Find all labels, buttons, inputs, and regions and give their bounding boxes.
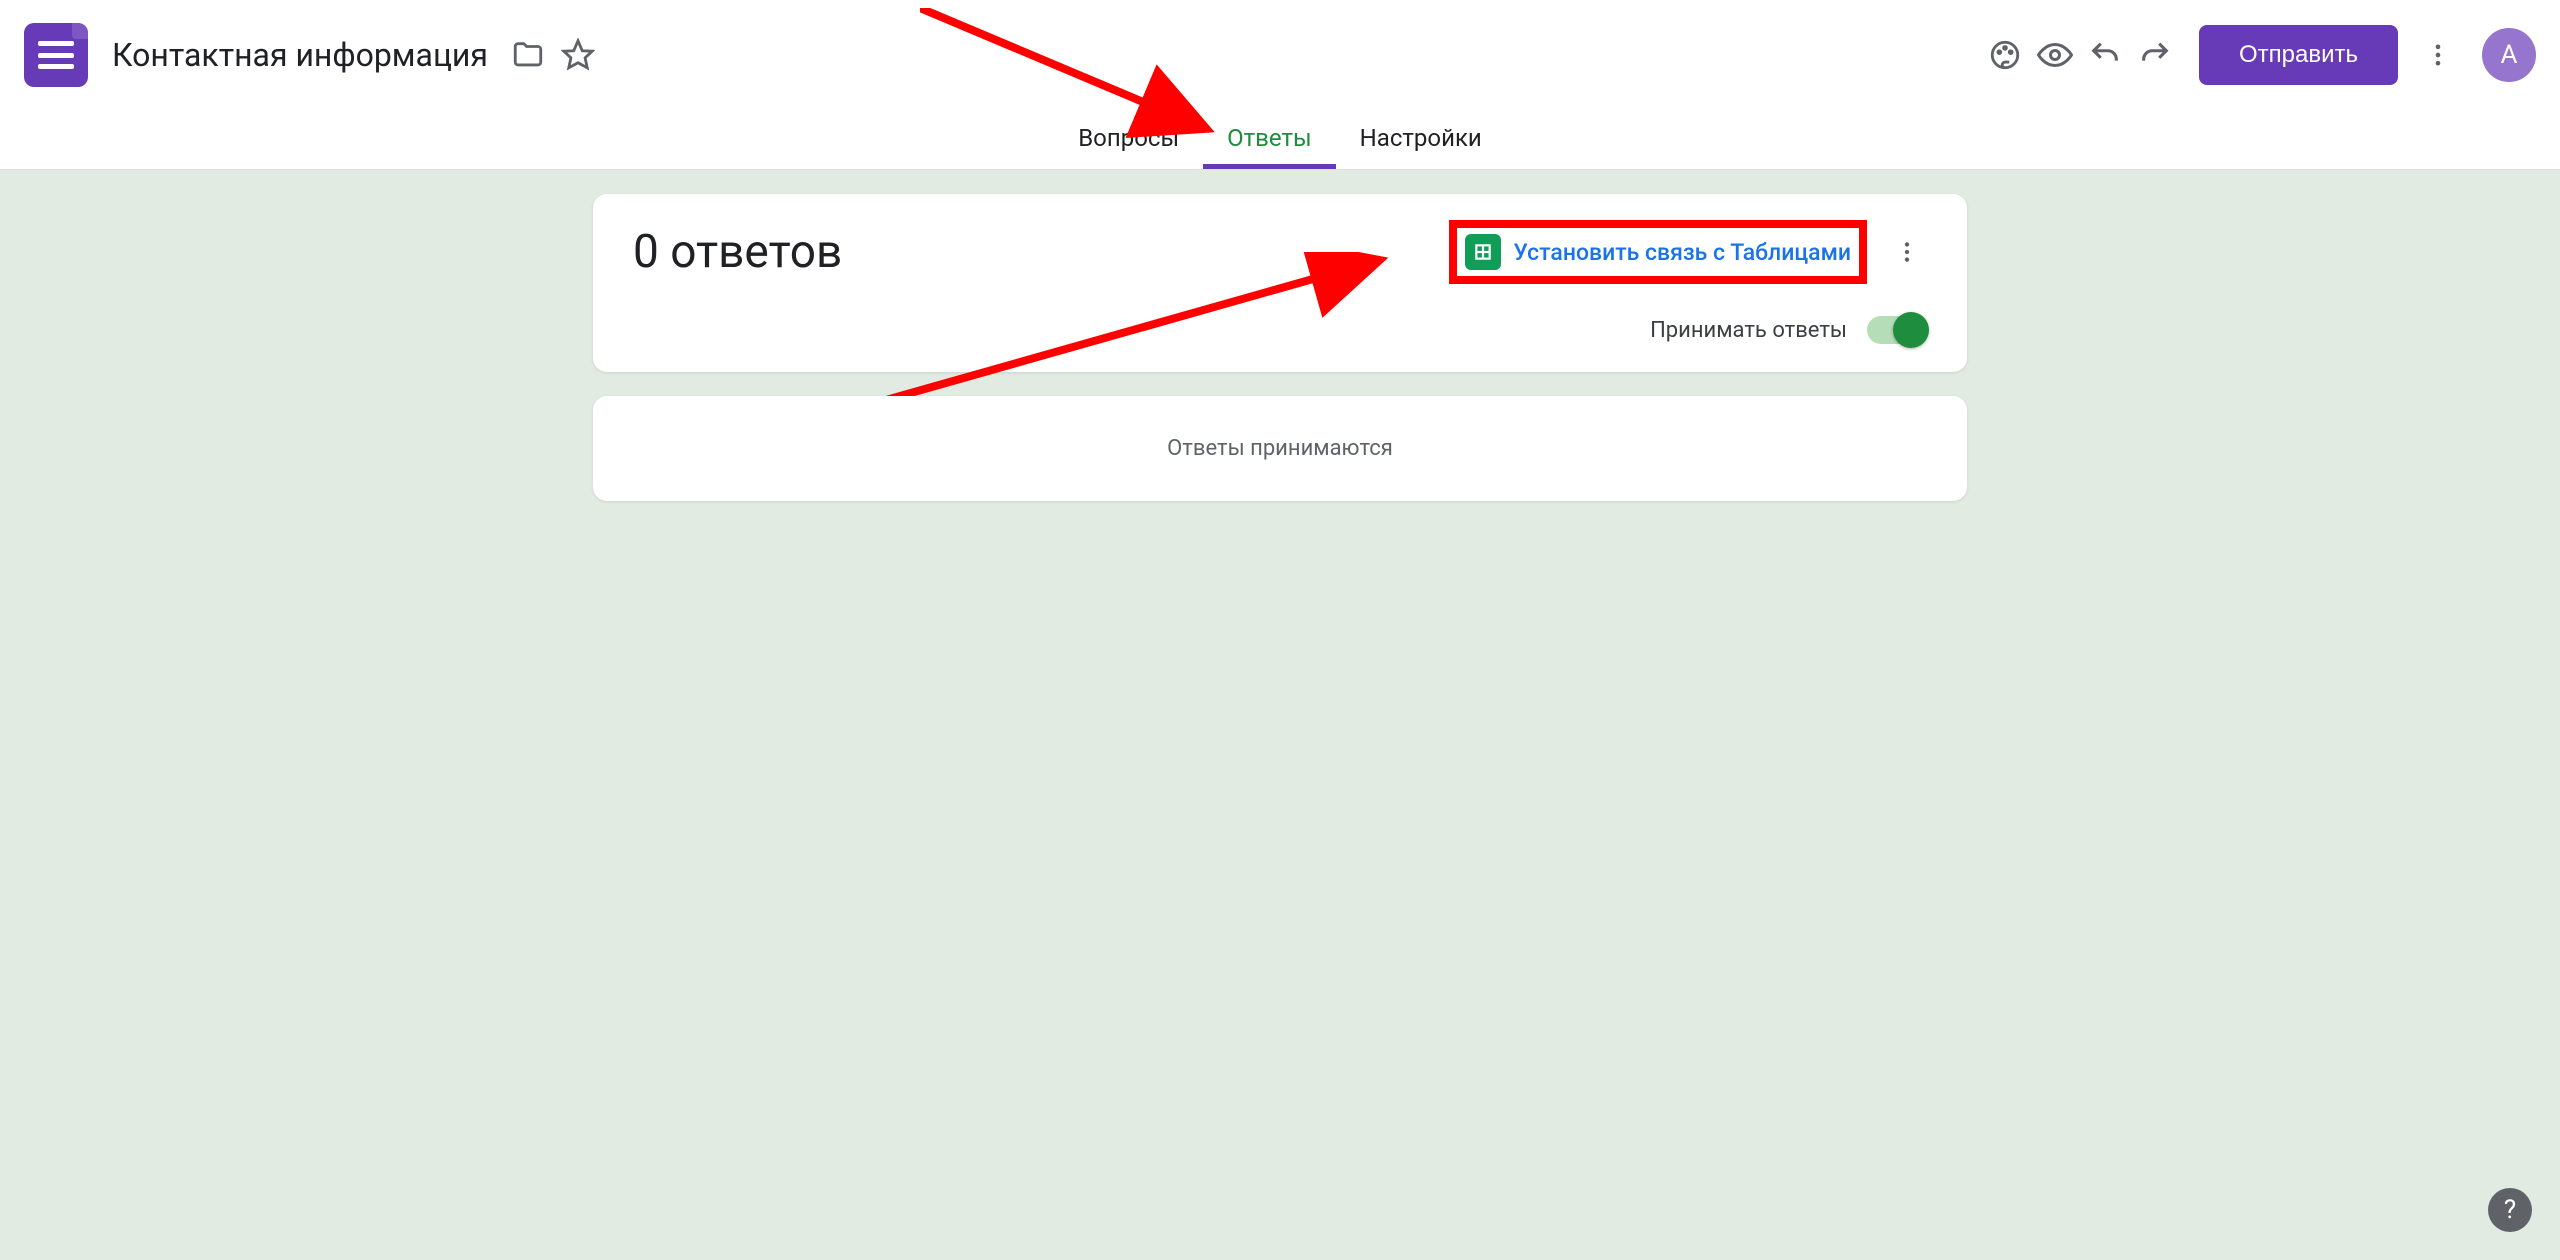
more-icon[interactable] — [2418, 35, 2458, 75]
palette-icon[interactable] — [1985, 35, 2025, 75]
undo-icon[interactable] — [2085, 35, 2125, 75]
forms-app-icon[interactable] — [24, 23, 88, 87]
tab-responses[interactable]: Ответы — [1203, 110, 1336, 169]
preview-icon[interactable] — [2035, 35, 2075, 75]
tabs-bar: Вопросы Ответы Настройки — [0, 110, 2560, 170]
responses-more-icon[interactable] — [1887, 232, 1927, 272]
folder-icon[interactable] — [508, 35, 548, 75]
document-title[interactable]: Контактная информация — [112, 36, 488, 74]
star-icon[interactable] — [558, 35, 598, 75]
responses-summary-card: 0 ответов Установить связь с Таблицами П… — [593, 194, 1967, 372]
tab-settings[interactable]: Настройки — [1336, 110, 1506, 169]
link-to-sheets[interactable]: Установить связь с Таблицами — [1453, 224, 1863, 280]
link-to-sheets-label: Установить связь с Таблицами — [1513, 239, 1851, 266]
accepting-responses-toggle[interactable] — [1867, 316, 1927, 344]
avatar[interactable]: А — [2482, 28, 2536, 82]
redo-icon[interactable] — [2135, 35, 2175, 75]
accepting-responses-label: Принимать ответы — [1650, 318, 1847, 343]
responses-status-card: Ответы принимаются — [593, 396, 1967, 501]
responses-count-title: 0 ответов — [633, 225, 1453, 279]
responses-status-message: Ответы принимаются — [1167, 436, 1393, 461]
help-icon[interactable]: ? — [2488, 1188, 2532, 1232]
sheets-icon — [1465, 234, 1501, 270]
tab-questions[interactable]: Вопросы — [1054, 110, 1203, 169]
send-button[interactable]: Отправить — [2199, 25, 2398, 85]
